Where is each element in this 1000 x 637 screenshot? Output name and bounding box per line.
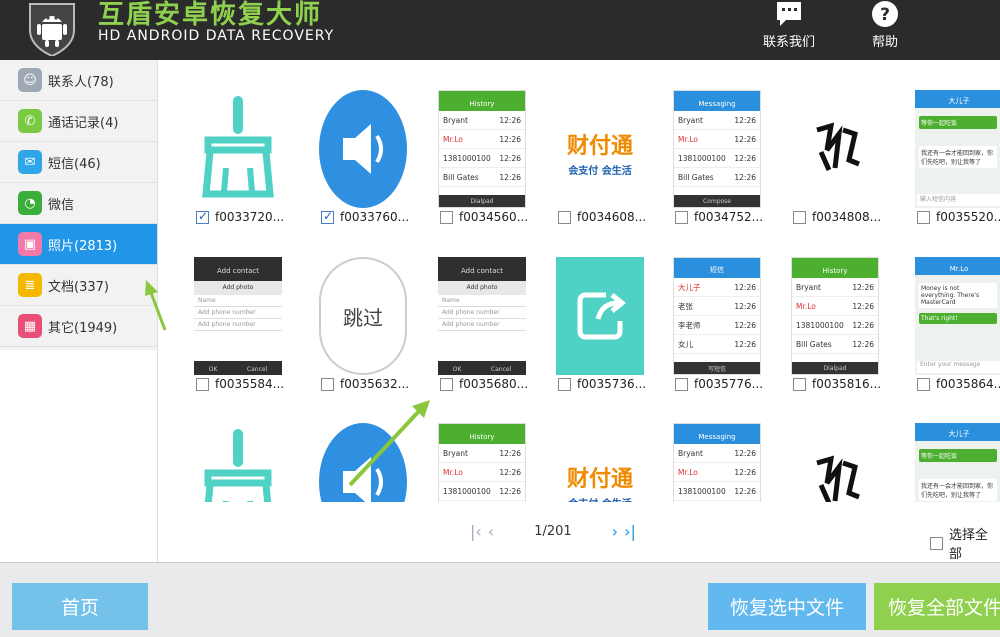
annotation-arrows (145, 280, 430, 487)
app-window: 互盾安卓恢复大师 HD ANDROID DATA RECOVERY 联系我们 ?… (0, 0, 1000, 637)
